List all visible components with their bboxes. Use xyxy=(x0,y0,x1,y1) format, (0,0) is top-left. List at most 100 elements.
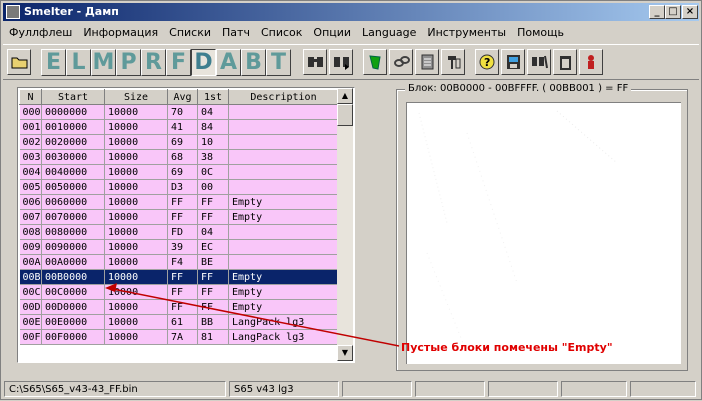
cell-avg: D3 xyxy=(167,179,198,195)
blocks-table: N Start Size Avg 1st Description 000 0000… xyxy=(19,89,339,345)
status-panel-7 xyxy=(630,381,696,397)
scroll-down-button[interactable]: ▼ xyxy=(337,345,353,361)
delete-button[interactable] xyxy=(553,49,577,75)
close-button[interactable]: × xyxy=(682,5,698,19)
cell-avg: 39 xyxy=(167,239,198,255)
find-next-button[interactable] xyxy=(329,49,353,75)
binoculars-icon xyxy=(308,57,323,67)
search-tools-button[interactable] xyxy=(527,49,551,75)
menu-tools[interactable]: Инструменты xyxy=(421,23,511,39)
app-icon[interactable] xyxy=(6,5,20,19)
table-row[interactable]: 00D 00D0000 10000 FF FF Empty xyxy=(19,299,339,315)
table-row[interactable]: 00C 00C0000 10000 FF FF Empty xyxy=(19,284,339,300)
cell-1st: FF xyxy=(197,194,229,210)
cell-description xyxy=(228,179,339,195)
table-row[interactable]: 00F 00F0000 10000 7A 81 LangPack lg3 xyxy=(19,329,339,345)
cell-n: 000 xyxy=(19,104,42,120)
menu-patch[interactable]: Патч xyxy=(216,23,255,39)
cell-start: 0090000 xyxy=(41,239,105,255)
cell-1st: FF xyxy=(197,299,229,315)
cell-description: Empty xyxy=(228,194,339,210)
cell-avg: FD xyxy=(167,224,198,240)
cell-1st: EC xyxy=(197,239,229,255)
table-scrollbar[interactable]: ▲ ▼ xyxy=(337,88,353,361)
disk-icon xyxy=(507,55,520,69)
letter-button-l[interactable]: L xyxy=(66,49,91,76)
cell-description: Empty xyxy=(228,284,339,300)
table-row[interactable]: 003 0030000 10000 68 38 xyxy=(19,149,339,165)
status-file-path: C:\S65\S65_v43-43_FF.bin xyxy=(4,381,226,397)
letter-button-e[interactable]: E xyxy=(41,49,66,76)
cell-n: 007 xyxy=(19,209,42,225)
letter-button-f[interactable]: F xyxy=(166,49,191,76)
title-bar[interactable]: Smelter - Дамп _ □ × xyxy=(3,3,699,21)
help-button[interactable]: ? xyxy=(475,49,499,75)
cell-start: 0010000 xyxy=(41,119,105,135)
letter-button-r[interactable]: R xyxy=(141,49,166,76)
table-row[interactable]: 009 0090000 10000 39 EC xyxy=(19,239,339,255)
table-row[interactable]: 005 0050000 10000 D3 00 xyxy=(19,179,339,195)
menu-fullflash[interactable]: Фуллфлеш xyxy=(3,23,77,39)
cell-1st: 81 xyxy=(197,329,229,345)
maximize-button[interactable]: □ xyxy=(665,5,681,19)
cell-size: 10000 xyxy=(104,314,168,330)
menu-language[interactable]: Language xyxy=(356,23,421,39)
table-row[interactable]: 001 0010000 10000 41 84 xyxy=(19,119,339,135)
col-header-1st[interactable]: 1st xyxy=(197,89,229,105)
link-button[interactable] xyxy=(389,49,413,75)
table-view-button[interactable] xyxy=(415,49,439,75)
col-header-description[interactable]: Description xyxy=(228,89,339,105)
trash-icon xyxy=(560,56,571,70)
cell-size: 10000 xyxy=(104,179,168,195)
letter-button-a[interactable]: A xyxy=(216,49,241,76)
table-row[interactable]: 00E 00E0000 10000 61 BB LangPack lg3 xyxy=(19,314,339,330)
status-model: S65 v43 lg3 xyxy=(229,381,339,397)
open-button[interactable] xyxy=(7,49,31,75)
col-header-start[interactable]: Start xyxy=(41,89,105,105)
table-row[interactable]: 007 0070000 10000 FF FF Empty xyxy=(19,209,339,225)
cell-start: 00A0000 xyxy=(41,254,105,270)
col-header-size[interactable]: Size xyxy=(104,89,168,105)
cell-start: 0050000 xyxy=(41,179,105,195)
menu-options[interactable]: Опции xyxy=(307,23,356,39)
menu-list[interactable]: Список xyxy=(255,23,307,39)
letter-button-t[interactable]: T xyxy=(266,49,291,76)
cell-n: 00E xyxy=(19,314,42,330)
cell-1st: 04 xyxy=(197,104,229,120)
table-row[interactable]: 008 0080000 10000 FD 04 xyxy=(19,224,339,240)
status-panel-6 xyxy=(561,381,627,397)
exit-button[interactable] xyxy=(579,49,603,75)
grid-doc-icon xyxy=(421,54,434,70)
save-button[interactable] xyxy=(501,49,525,75)
tools-button[interactable] xyxy=(441,49,465,75)
open-folder-icon xyxy=(11,57,28,69)
letter-button-b[interactable]: B xyxy=(241,49,266,76)
table-header: N Start Size Avg 1st Description xyxy=(19,89,339,105)
status-panel-5 xyxy=(488,381,558,397)
window-title: Smelter - Дамп xyxy=(24,5,119,18)
cell-n: 00F xyxy=(19,329,42,345)
col-header-avg[interactable]: Avg xyxy=(167,89,198,105)
table-row[interactable]: 00A 00A0000 10000 F4 BE xyxy=(19,254,339,270)
table-row[interactable]: 000 0000000 10000 70 04 xyxy=(19,104,339,120)
find-button[interactable] xyxy=(303,49,327,75)
menu-info[interactable]: Информация xyxy=(77,23,163,39)
cell-avg: FF xyxy=(167,194,198,210)
phone-button[interactable] xyxy=(363,49,387,75)
letter-button-d[interactable]: D xyxy=(191,49,216,76)
menu-lists[interactable]: Списки xyxy=(163,23,216,39)
table-row[interactable]: 002 0020000 10000 69 10 xyxy=(19,134,339,150)
cell-description: Empty xyxy=(228,269,339,285)
table-row[interactable]: 004 0040000 10000 69 0C xyxy=(19,164,339,180)
table-row[interactable]: 00B 00B0000 10000 FF FF Empty xyxy=(19,269,339,285)
col-header-n[interactable]: N xyxy=(19,89,42,105)
table-row[interactable]: 006 0060000 10000 FF FF Empty xyxy=(19,194,339,210)
scroll-thumb[interactable] xyxy=(337,104,353,126)
letter-button-p[interactable]: P xyxy=(116,49,141,76)
letter-button-m[interactable]: M xyxy=(91,49,116,76)
scroll-up-button[interactable]: ▲ xyxy=(337,88,353,104)
cell-size: 10000 xyxy=(104,104,168,120)
menu-help[interactable]: Помощь xyxy=(511,23,569,39)
block-dump-view[interactable] xyxy=(406,102,681,364)
minimize-button[interactable]: _ xyxy=(649,5,665,19)
